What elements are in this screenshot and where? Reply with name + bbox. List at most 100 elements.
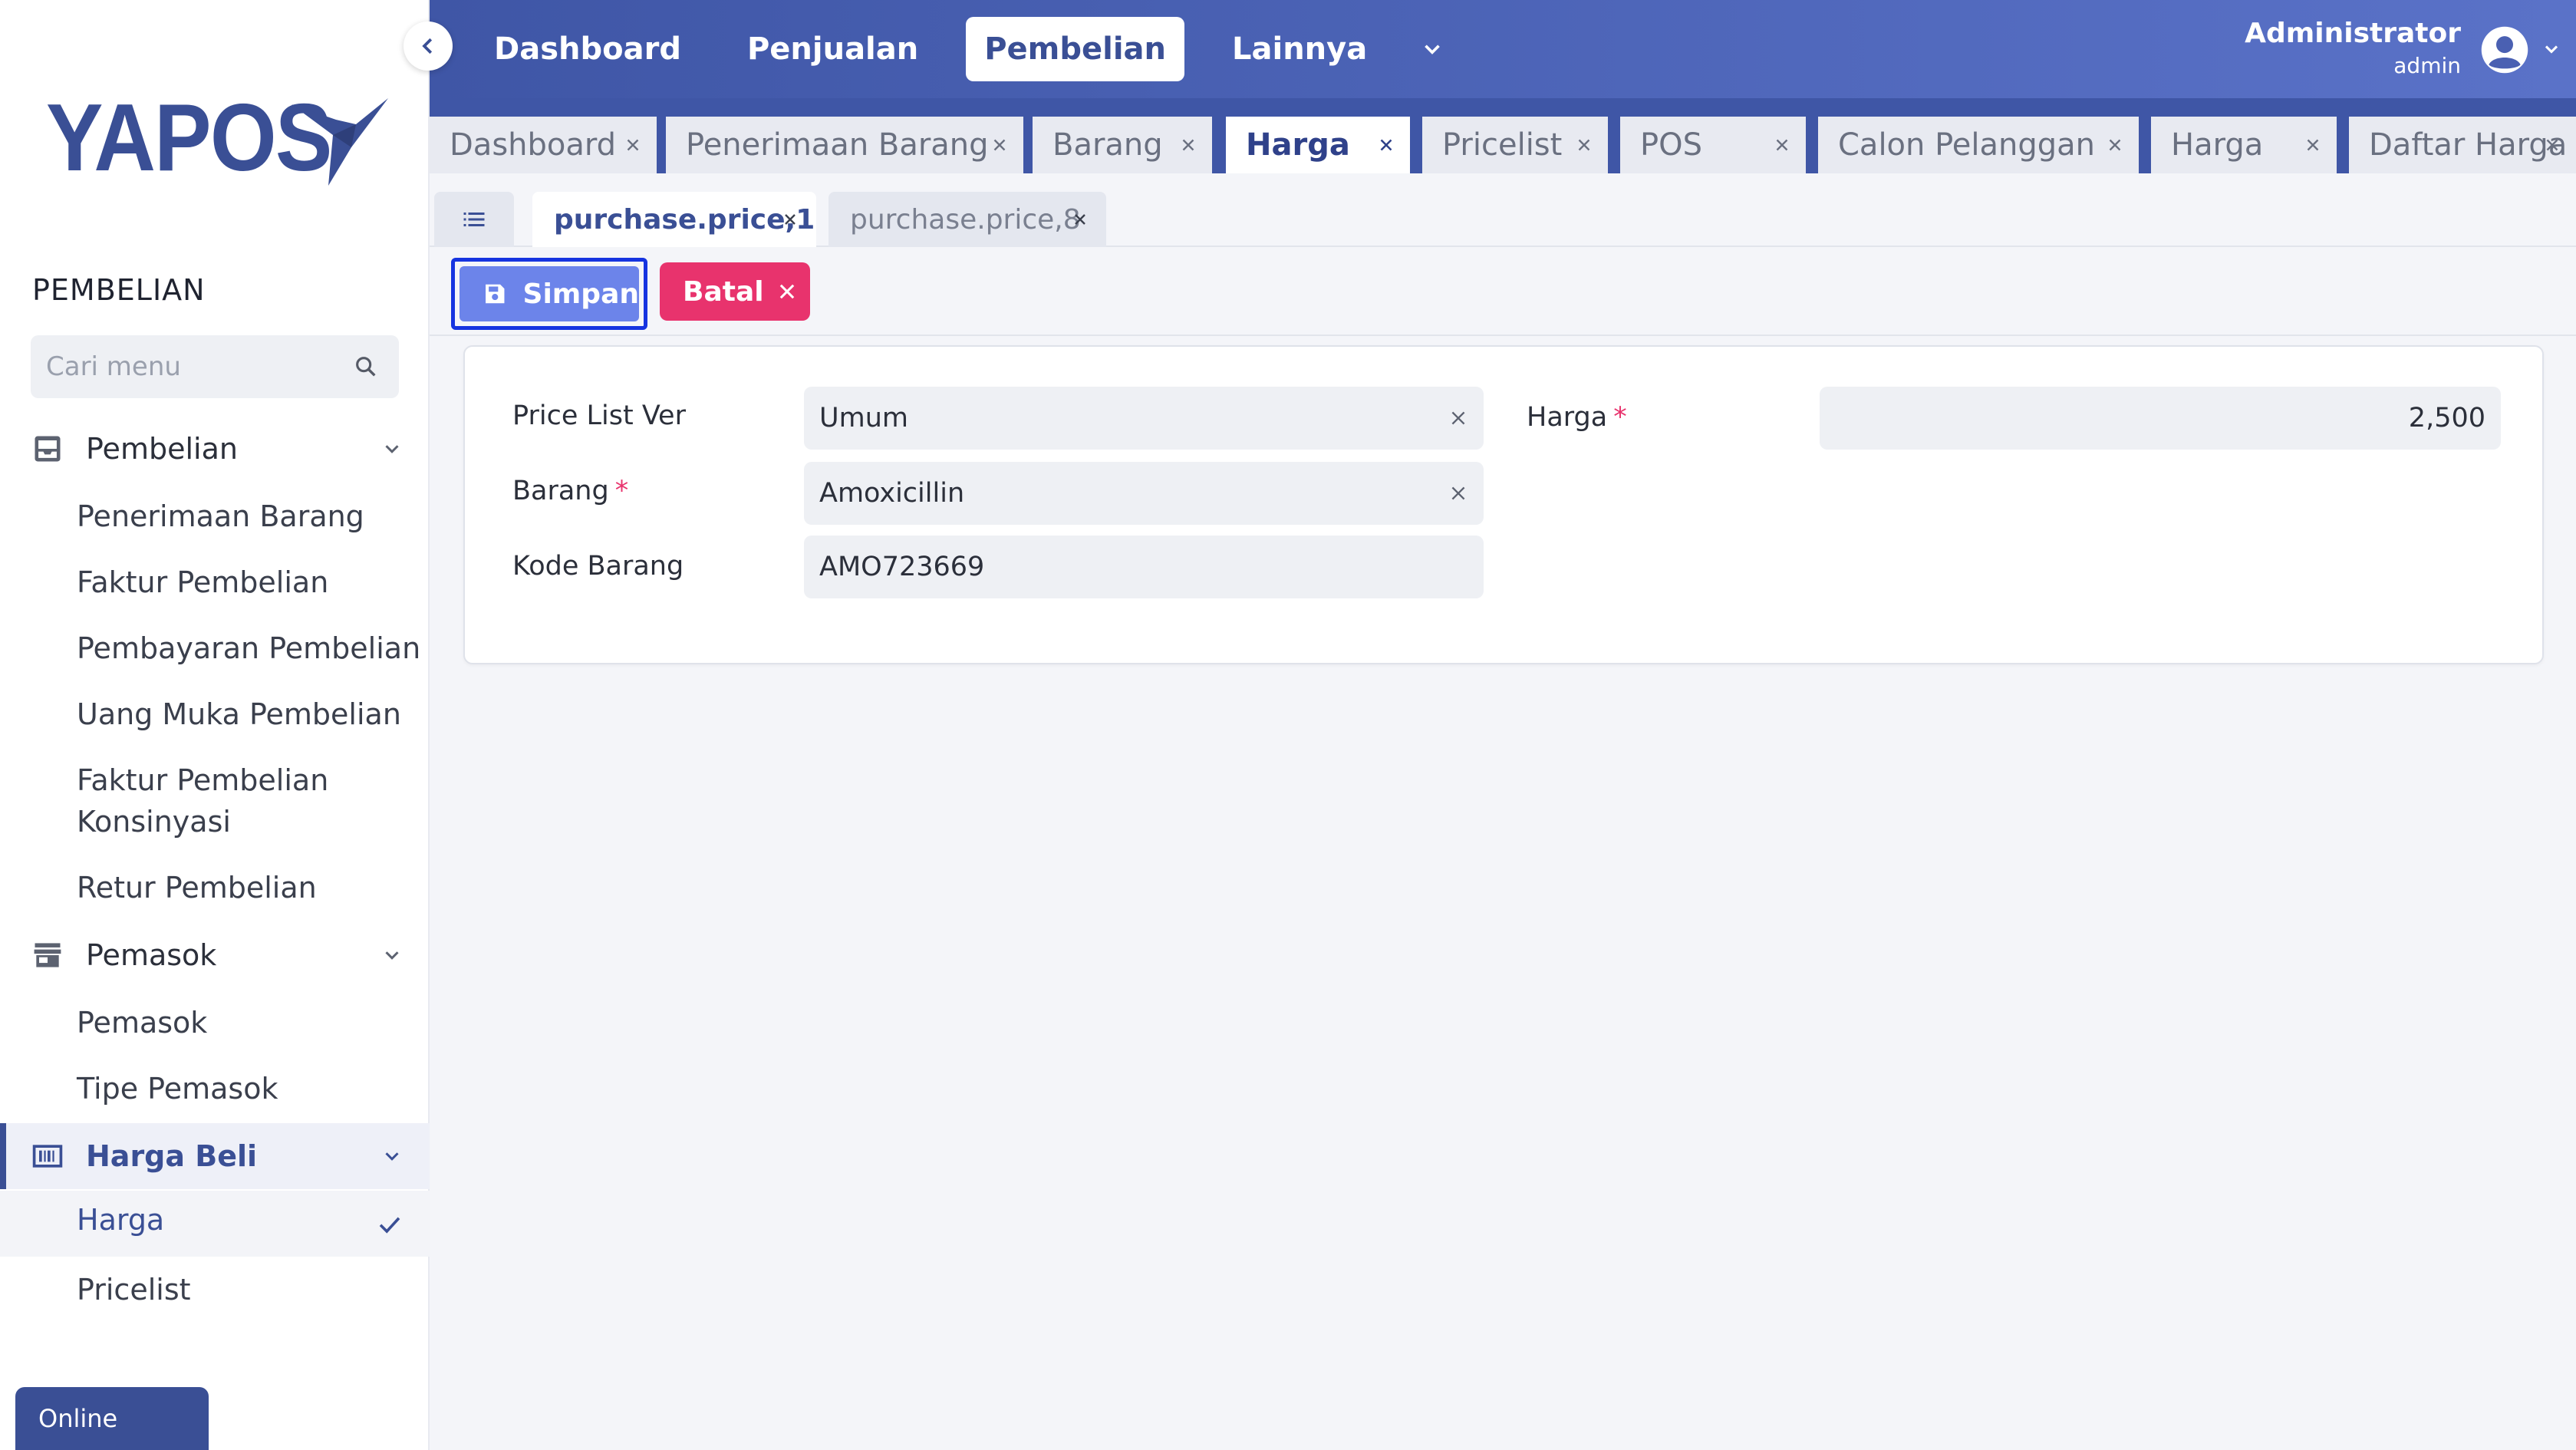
chevron-left-icon [422,38,433,54]
harga-label-text: Harga [1527,402,1608,433]
chevron-down-icon [385,951,399,960]
required-mark: * [614,476,629,506]
record-tab-label: purchase.price,8 [850,203,1081,236]
tab-label: Penerimaan Barang [686,127,989,163]
close-icon[interactable] [1376,135,1396,155]
clear-icon[interactable] [1448,483,1468,503]
menu-search[interactable] [31,335,399,398]
avatar-icon[interactable] [2479,25,2530,75]
sidebar: YAPOS PEMBELIAN Pembelian Penerima [0,0,430,1450]
tab-harga-active[interactable]: Harga [1226,117,1410,173]
sidebar-item-label: Harga [77,1203,165,1237]
sidebar-item-retur-pembelian[interactable]: Retur Pembelian [77,867,317,908]
close-icon[interactable] [2303,135,2323,155]
close-icon[interactable] [781,210,799,229]
barang-field[interactable]: Amoxicillin [804,462,1484,525]
chevron-down-icon[interactable] [2541,38,2562,60]
top-bar: Dashboard Penjualan Pembelian Lainnya Ad… [430,0,2576,98]
chevron-down-icon [385,445,399,453]
sidebar-section-title: PEMBELIAN [32,273,206,307]
check-icon [379,1217,400,1234]
sidebar-group-label: Harga Beli [86,1139,258,1173]
cancel-button-label: Batal [683,275,764,308]
price-list-field[interactable]: Umum [804,387,1484,450]
sidebar-item-pricelist[interactable]: Pricelist [77,1269,191,1310]
tab-label: Calon Pelanggan [1838,127,2096,163]
nav-pembelian[interactable]: Pembelian [966,17,1185,81]
kode-barang-label: Kode Barang [512,551,684,582]
harga-label: Harga * [1527,402,1627,433]
save-button[interactable]: Simpan [451,258,647,330]
sidebar-group-pemasok[interactable]: Pemasok [0,922,430,988]
chevron-down-icon[interactable] [1419,36,1445,62]
close-icon[interactable] [1574,135,1594,155]
sidebar-group-pembelian[interactable]: Pembelian [0,416,430,482]
sidebar-item-pemasok[interactable]: Pemasok [77,1002,207,1043]
tab-pricelist[interactable]: Pricelist [1422,117,1608,173]
search-icon[interactable] [353,354,379,380]
sidebar-item-faktur-pembelian[interactable]: Faktur Pembelian [77,562,328,603]
harga-field[interactable]: 2,500 [1820,387,2501,450]
close-icon[interactable] [1071,210,1089,229]
sidebar-group-harga-beli[interactable]: Harga Beli [0,1123,430,1189]
sidebar-item-tipe-pemasok[interactable]: Tipe Pemasok [77,1068,278,1109]
user-role: admin [2393,53,2461,78]
nav-penjualan[interactable]: Penjualan [729,17,937,81]
tab-penerimaan-barang[interactable]: Penerimaan Barang [666,117,1023,173]
bird-logo-icon [292,98,388,186]
inbox-icon [35,436,61,462]
record-tab-active[interactable]: purchase.price,1 [532,192,816,247]
tab-barang[interactable]: Barang [1033,117,1212,173]
chevron-down-icon [385,1152,399,1161]
close-icon[interactable] [2542,135,2562,155]
record-tab-label: purchase.price,1 [554,203,815,236]
tab-dashboard[interactable]: Dashboard [430,117,657,173]
open-tabs-bar: Dashboard Penerimaan Barang Barang Harga… [430,98,2576,173]
kode-barang-field[interactable]: AMO723669 [804,536,1484,598]
close-icon [779,284,794,299]
close-icon[interactable] [1772,135,1792,155]
sidebar-collapse-button[interactable] [404,21,453,71]
close-icon[interactable] [990,135,1010,155]
close-icon[interactable] [2105,135,2125,155]
required-mark: * [1613,402,1627,433]
save-button-label: Simpan [522,278,639,310]
sidebar-item-pembayaran-pembelian[interactable]: Pembayaran Pembelian [77,628,420,669]
user-info[interactable]: Administrator admin [2245,17,2461,81]
menu-search-input[interactable] [46,351,338,382]
nav-lainnya[interactable]: Lainnya [1214,17,1385,81]
app-root: YAPOS PEMBELIAN Pembelian Penerima [0,0,2576,1450]
tab-label: Dashboard [450,127,617,163]
close-icon[interactable] [1178,135,1198,155]
clear-icon[interactable] [1448,408,1468,428]
tab-label: Harga [2171,127,2264,163]
tab-calon-pelanggan[interactable]: Calon Pelanggan [1818,117,2139,173]
store-icon [34,943,61,967]
form-card: Price List Ver Umum Barang * Amoxicillin … [463,345,2544,664]
sidebar-item-uang-muka-pembelian[interactable]: Uang Muka Pembelian [77,694,401,735]
list-view-button[interactable] [434,192,514,247]
sidebar-item-penerimaan-barang[interactable]: Penerimaan Barang [77,496,364,537]
list-icon [463,213,485,226]
nav-dashboard[interactable]: Dashboard [476,17,700,81]
tab-pos[interactable]: POS [1620,117,1806,173]
tab-label: Harga [1246,127,1350,163]
tab-daftar-harga[interactable]: Daftar Harga [2349,117,2576,173]
close-icon[interactable] [623,135,643,155]
price-list-value: Umum [819,403,908,433]
sidebar-item-faktur-pembelian-konsinyasi[interactable]: Faktur Pembelian Konsinyasi [77,760,368,842]
save-icon [486,284,505,304]
top-nav: Dashboard Penjualan Pembelian Lainnya [476,17,1445,81]
harga-value: 2,500 [2408,403,2485,433]
price-list-label: Price List Ver [512,400,686,431]
status-badge[interactable]: Online [15,1387,209,1450]
tab-harga[interactable]: Harga [2151,117,2337,173]
sidebar-item-harga[interactable]: Harga [0,1191,430,1257]
user-name: Administrator [2245,18,2461,49]
barcode-icon [32,1145,63,1168]
barang-value: Amoxicillin [819,478,965,509]
sidebar-group-label: Pemasok [86,938,217,972]
form-toolbar: Simpan Batal [430,247,2576,336]
cancel-button[interactable]: Batal [660,262,810,321]
record-tab[interactable]: purchase.price,8 [828,192,1106,247]
